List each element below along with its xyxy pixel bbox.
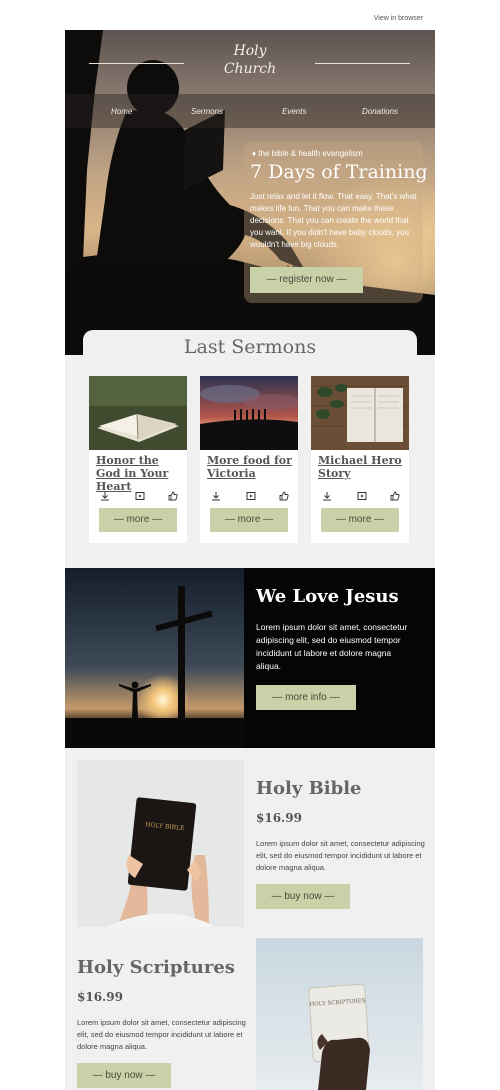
holy-scriptures-image: HOLY SCRIPTURES xyxy=(256,938,423,1090)
promo-text: Just relax and let it flow. That easy. T… xyxy=(250,192,417,249)
bible-with-plant-image xyxy=(311,376,409,450)
sermon-actions xyxy=(318,488,402,501)
product-title: Holy Bible xyxy=(256,778,362,799)
cross-sunset-image xyxy=(65,568,244,748)
more-info-button[interactable]: — more info — xyxy=(256,685,356,710)
like-icon[interactable] xyxy=(390,488,400,501)
product-price: $16.99 xyxy=(77,990,123,1004)
more-button[interactable]: — more — xyxy=(321,508,399,532)
logo-divider-right xyxy=(315,63,410,64)
nav-item-home[interactable]: Home xyxy=(111,107,132,116)
view-in-browser-link[interactable]: View in browser xyxy=(374,15,423,22)
sermon-title-link[interactable]: More food for Victoria xyxy=(207,454,295,480)
hero-banner: Holy Church Home Sermons Events Donation… xyxy=(65,30,435,355)
sermons-title: Last Sermons xyxy=(183,336,317,358)
play-icon[interactable] xyxy=(135,488,145,500)
main-nav: Home Sermons Events Donations xyxy=(65,94,435,128)
logo-line-1: Holy xyxy=(233,43,267,59)
top-bar: View in browser xyxy=(65,0,435,30)
promo-title: 7 Days of Training xyxy=(250,161,428,183)
product-title: Holy Scriptures xyxy=(77,957,235,978)
product-description: Lorem ipsum dolor sit amet, consectetur … xyxy=(256,839,425,872)
open-book-image xyxy=(89,376,187,450)
sermon-card: More food for Victoria — more — xyxy=(200,376,298,543)
download-icon[interactable] xyxy=(100,488,110,501)
training-promo-box: ♦ the bible & health evangelism 7 Days o… xyxy=(244,141,428,303)
more-button[interactable]: — more — xyxy=(210,508,288,532)
play-icon[interactable] xyxy=(357,488,367,500)
sermon-card: Michael Hero Story — more — xyxy=(311,376,409,543)
sermon-actions xyxy=(96,488,180,501)
product-description: Lorem ipsum dolor sit amet, consectetur … xyxy=(77,1018,246,1051)
we-love-jesus-section: We Love Jesus Lorem ipsum dolor sit amet… xyxy=(65,568,435,748)
download-icon[interactable] xyxy=(211,488,221,501)
like-icon[interactable] xyxy=(279,488,289,501)
sermon-card: Honor the God in Your Heart — more — xyxy=(89,376,187,543)
crowd-sunset-image xyxy=(200,376,298,450)
product-price: $16.99 xyxy=(256,811,302,825)
like-icon[interactable] xyxy=(168,488,178,501)
email-container: View in browser Holy Church Home Sermons… xyxy=(65,0,435,1090)
more-button[interactable]: — more — xyxy=(99,508,177,532)
logo-line-2: Church xyxy=(223,61,277,77)
promo-kicker: ♦ the bible & health evangelism xyxy=(252,149,363,158)
sermon-actions xyxy=(207,488,291,501)
last-sermons-section: Last Sermons Honor the God in Your Heart xyxy=(83,330,417,555)
sermon-title-link[interactable]: Michael Hero Story xyxy=(318,454,406,480)
holy-bible-image: HOLY BIBLE xyxy=(77,760,244,927)
nav-item-events[interactable]: Events xyxy=(282,107,306,116)
play-icon[interactable] xyxy=(246,488,256,500)
nav-item-donations[interactable]: Donations xyxy=(362,107,398,116)
download-icon[interactable] xyxy=(322,488,332,501)
nav-item-sermons[interactable]: Sermons xyxy=(191,107,223,116)
buy-now-button[interactable]: — buy now — xyxy=(256,884,350,909)
buy-now-button[interactable]: — buy now — xyxy=(77,1063,171,1088)
jesus-title: We Love Jesus xyxy=(256,586,399,607)
register-now-button[interactable]: — register now — xyxy=(250,267,363,293)
church-logo[interactable]: Holy Church xyxy=(220,42,280,78)
logo-divider-left xyxy=(89,63,184,64)
jesus-text: Lorem ipsum dolor sit amet, consectetur … xyxy=(256,622,408,671)
